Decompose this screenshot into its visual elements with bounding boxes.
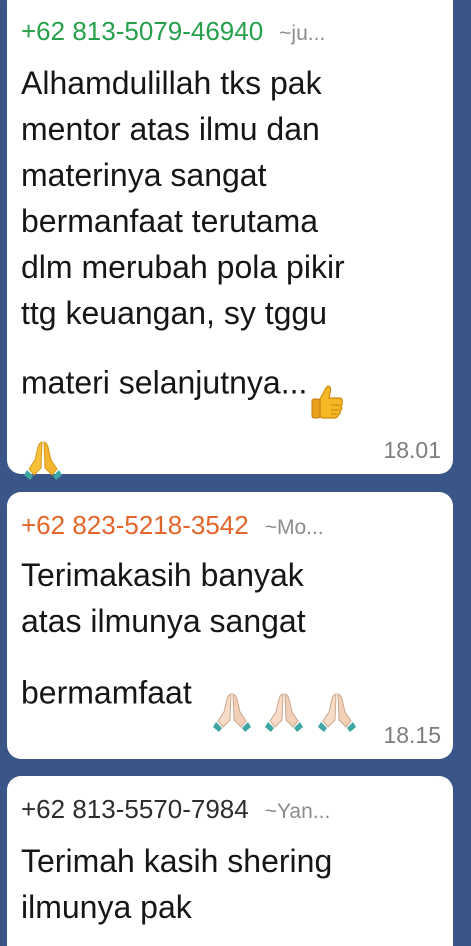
message-bubble[interactable]: +62 823-5218-3542 ~Mo... Terimakasih ban… [7, 492, 453, 759]
message-bubble[interactable]: +62 813-5079-46940 ~ju... Alhamdulillah … [7, 0, 453, 480]
sender-row: +62 813-5079-46940 ~ju... [21, 10, 441, 52]
sender-phone[interactable]: +62 813-5570-7984 [21, 788, 249, 830]
sender-phone[interactable]: +62 823-5218-3542 [21, 504, 249, 546]
folded-hands-icon [21, 438, 65, 487]
sender-row: +62 813-5570-7984 ~Yan... [21, 788, 441, 830]
chat-message-list[interactable]: +62 813-5079-46940 ~ju... Alhamdulillah … [0, 0, 471, 946]
sender-alias: ~ju... [279, 22, 326, 45]
message-text: Alhamdulillah tks pak mentor atas ilmu d… [21, 60, 441, 434]
sender-phone[interactable]: +62 813-5079-46940 [21, 10, 263, 52]
message-text: Terimah kasih shering ilmunya pak [21, 843, 333, 925]
message-text-content: Alhamdulillah tks pak mentor atas ilmu d… [21, 65, 345, 401]
message-time: 18.15 [383, 722, 441, 748]
folded-hands-icon [315, 644, 359, 746]
sender-row: +62 823-5218-3542 ~Mo... [21, 504, 441, 546]
thumbs-up-icon [307, 336, 347, 434]
sender-alias: ~Mo... [264, 516, 324, 539]
message-text: Terimakasih banyak atas ilmunya sangat b… [21, 552, 441, 746]
folded-hands-icon [262, 644, 306, 746]
emoji-row [21, 438, 441, 482]
sender-alias: ~Yan... [264, 800, 331, 823]
message-time: 18.01 [383, 437, 441, 463]
folded-hands-icon [210, 644, 254, 746]
